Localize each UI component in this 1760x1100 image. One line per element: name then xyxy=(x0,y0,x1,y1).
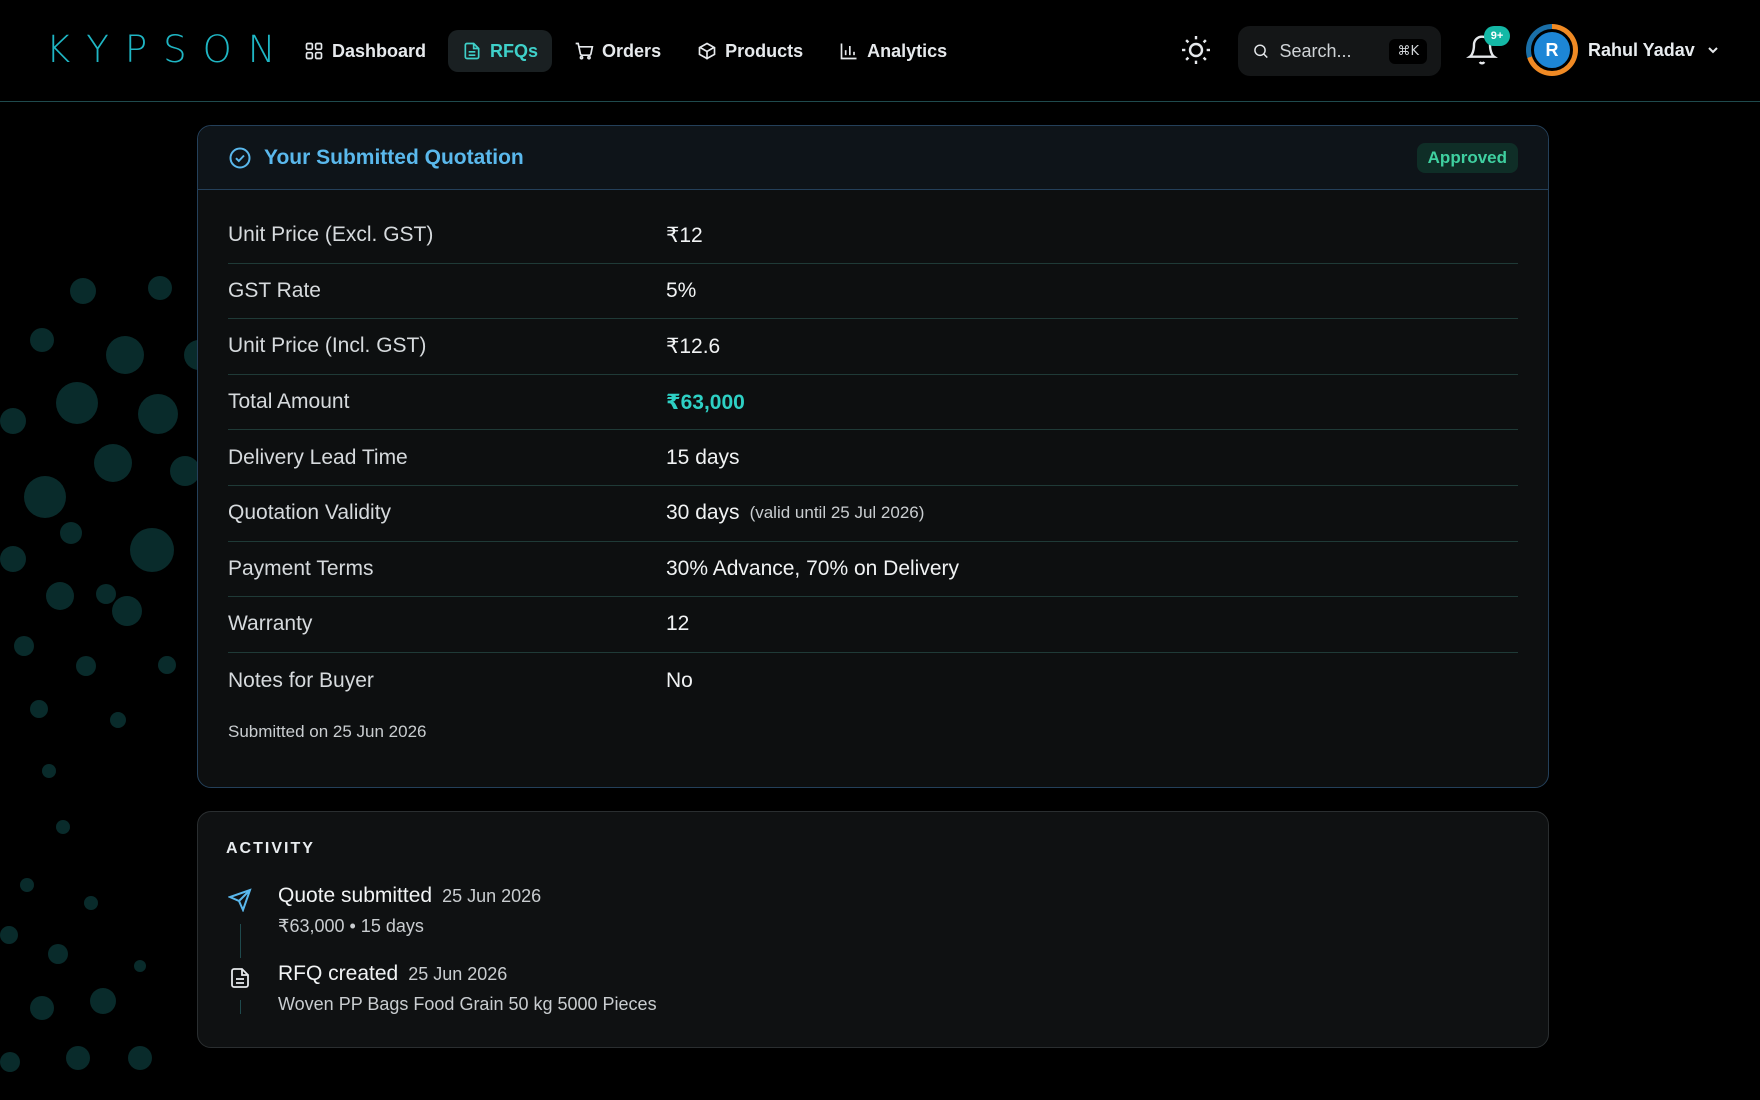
detail-row-total-amount: Total Amount ₹63,000 xyxy=(228,375,1518,431)
notification-count-badge: 9+ xyxy=(1484,26,1510,46)
activity-item-date: 25 Jun 2026 xyxy=(408,964,508,984)
activity-card: ACTIVITY Quote submitted 25 Jun 2026 ₹63,… xyxy=(197,811,1549,1048)
decorative-dots xyxy=(0,260,230,1100)
timeline-connector xyxy=(240,1000,241,1014)
detail-label: Payment Terms xyxy=(228,556,374,580)
submitted-date: Submitted on 25 Jun 2026 xyxy=(228,722,427,742)
detail-label: Notes for Buyer xyxy=(228,668,374,692)
detail-row-payment-terms: Payment Terms 30% Advance, 70% on Delive… xyxy=(228,542,1518,598)
detail-value: 15 days xyxy=(666,445,740,469)
detail-value: No xyxy=(666,668,693,692)
avatar: R xyxy=(1531,29,1573,71)
chevron-down-icon xyxy=(1708,47,1718,54)
nav-item-products[interactable]: Products xyxy=(683,30,817,72)
grid-icon xyxy=(305,42,323,60)
nav-label: RFQs xyxy=(490,40,539,61)
detail-value: 30% Advance, 70% on Delivery xyxy=(666,556,960,580)
quotation-title: Your Submitted Quotation xyxy=(264,145,524,169)
brand-logo[interactable]: KYPSON xyxy=(46,28,291,71)
nav-label: Orders xyxy=(602,40,662,61)
detail-row-notes: Notes for Buyer No xyxy=(228,653,1518,709)
detail-row-validity: Quotation Validity 30 days (valid until … xyxy=(228,486,1518,542)
search-box[interactable]: ⌘K xyxy=(1238,26,1441,76)
bar-chart-icon xyxy=(840,43,857,60)
detail-value: 12 xyxy=(666,612,690,636)
nav-label: Products xyxy=(725,40,804,61)
document-icon xyxy=(231,968,249,988)
check-circle-icon xyxy=(229,147,251,168)
activity-item-detail: ₹63,000 • 15 days xyxy=(278,916,424,936)
timeline-connector xyxy=(240,924,241,958)
cart-icon xyxy=(575,42,594,60)
box-icon xyxy=(698,42,716,60)
validity-note: (valid until 25 Jul 2026) xyxy=(749,503,925,523)
activity-item-title: Quote submitted xyxy=(278,884,433,907)
quotation-details: Unit Price (Excl. GST) ₹12 GST Rate 5% U… xyxy=(198,190,1548,708)
send-icon xyxy=(228,888,252,912)
nav-item-rfqs[interactable]: RFQs xyxy=(448,30,553,72)
detail-value: 30 days xyxy=(666,501,740,525)
activity-item-title: RFQ created xyxy=(278,962,399,985)
status-badge: Approved xyxy=(1416,142,1518,173)
detail-label: Warranty xyxy=(228,612,313,636)
detail-label: Quotation Validity xyxy=(228,501,392,525)
detail-row-unit-price-excl: Unit Price (Excl. GST) ₹12 xyxy=(228,208,1518,264)
main-nav: Dashboard RFQs Orders Products Analytics xyxy=(290,30,961,72)
activity-heading: Quote submitted 25 Jun 2026 xyxy=(278,884,541,908)
activity-item-date: 25 Jun 2026 xyxy=(442,886,542,906)
nav-label: Analytics xyxy=(867,40,948,61)
search-input[interactable] xyxy=(1279,40,1380,62)
detail-label: Unit Price (Excl. GST) xyxy=(228,223,434,247)
detail-row-unit-price-incl: Unit Price (Incl. GST) ₹12.6 xyxy=(228,319,1518,375)
activity-title: ACTIVITY xyxy=(226,840,315,857)
search-icon xyxy=(1254,44,1268,59)
detail-value: 5% xyxy=(666,278,697,302)
avatar-ring: R xyxy=(1526,24,1578,76)
detail-label: GST Rate xyxy=(228,278,321,302)
total-amount-value: ₹63,000 xyxy=(666,390,745,414)
activity-heading: RFQ created 25 Jun 2026 xyxy=(278,962,507,986)
detail-label: Delivery Lead Time xyxy=(228,445,408,469)
detail-label: Unit Price (Incl. GST) xyxy=(228,334,427,358)
activity-item-detail: Woven PP Bags Food Grain 50 kg 5000 Piec… xyxy=(278,994,657,1014)
nav-label: Dashboard xyxy=(332,40,427,61)
user-menu[interactable]: R Rahul Yadav xyxy=(1526,24,1721,76)
document-icon xyxy=(464,42,480,60)
detail-row-warranty: Warranty 12 xyxy=(228,597,1518,653)
detail-value: ₹12 xyxy=(666,223,703,247)
theme-toggle-sun-icon[interactable] xyxy=(1180,34,1212,66)
top-navigation: KYPSON Dashboard RFQs Orders Products An… xyxy=(0,0,1760,102)
detail-row-gst-rate: GST Rate 5% xyxy=(228,264,1518,320)
nav-item-dashboard[interactable]: Dashboard xyxy=(290,30,440,72)
user-name: Rahul Yadav xyxy=(1588,39,1695,60)
quotation-header: Your Submitted Quotation Approved xyxy=(198,126,1548,190)
submitted-quotation-card: Your Submitted Quotation Approved Unit P… xyxy=(197,125,1549,788)
detail-value: ₹12.6 xyxy=(666,334,721,358)
nav-item-analytics[interactable]: Analytics xyxy=(825,30,961,72)
nav-item-orders[interactable]: Orders xyxy=(560,30,675,72)
detail-label: Total Amount xyxy=(228,390,350,414)
detail-row-lead-time: Delivery Lead Time 15 days xyxy=(228,430,1518,486)
search-shortcut: ⌘K xyxy=(1389,38,1427,64)
